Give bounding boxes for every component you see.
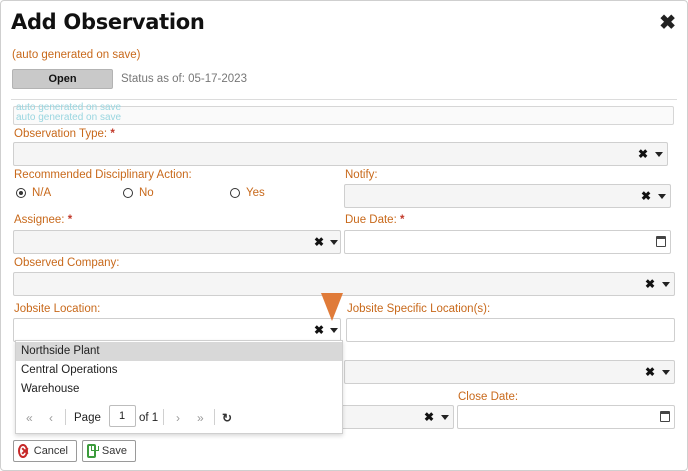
radio-no[interactable]: No [123,187,154,199]
divider [11,99,677,100]
annotation-arrow-icon [321,293,343,321]
save-icon [87,444,99,458]
radio-selected-icon[interactable] [16,188,26,198]
clear-icon[interactable]: ✖ [638,148,648,160]
clear-icon[interactable]: ✖ [641,190,651,202]
last-page-icon[interactable]: » [197,411,204,425]
notify-select[interactable]: ✖ [344,184,671,208]
pager-separator [65,409,66,425]
status-date-text: Status as of: 05-17-2023 [121,73,247,85]
close-date-input[interactable] [457,405,675,429]
dropdown-option-northside-plant[interactable]: Northside Plant [16,342,342,361]
next-page-icon[interactable]: › [176,411,180,425]
radio-na[interactable]: N/A [16,187,51,199]
ghost-line-2: auto generated on save [16,112,122,123]
chevron-down-icon[interactable] [330,240,338,245]
first-page-icon[interactable]: « [26,411,33,425]
clear-icon[interactable]: ✖ [424,411,434,423]
notify-label: Notify: [345,169,378,181]
add-observation-dialog: Add Observation ✖ (auto generated on sav… [0,0,688,471]
jobsite-location-select[interactable]: ✖ [13,318,341,342]
calendar-icon[interactable] [660,411,670,422]
ghost-overlay-text: auto generated on save auto generated on… [16,103,121,123]
observation-type-label: Observation Type: * [14,128,115,140]
status-open-button[interactable]: Open [12,69,113,89]
clear-icon[interactable]: ✖ [645,278,655,290]
observed-company-select[interactable]: ✖ [13,272,675,296]
page-number-input[interactable]: 1 [109,405,136,427]
dialog-title: Add Observation [11,10,205,34]
radio-icon[interactable] [230,188,240,198]
refresh-icon[interactable]: ↻ [222,411,232,425]
jobsite-location-label: Jobsite Location: [14,303,101,315]
assignee-label: Assignee: * [14,214,73,226]
required-mark: * [110,128,115,140]
radio-icon[interactable] [123,188,133,198]
cancel-icon [18,444,28,458]
chevron-down-icon[interactable] [441,415,449,420]
jobsite-specific-location-label: Jobsite Specific Location(s): [347,303,491,315]
radio-yes[interactable]: Yes [230,187,265,199]
required-mark: * [67,214,73,226]
chevron-down-icon[interactable] [655,152,663,157]
observed-company-label: Observed Company: [14,257,120,269]
dropdown-option-warehouse[interactable]: Warehouse [16,380,342,399]
chevron-down-icon[interactable] [662,282,670,287]
save-button[interactable]: Save [82,440,136,462]
page-label: Page [74,412,101,424]
prev-page-icon[interactable]: ‹ [49,411,53,425]
clear-icon[interactable]: ✖ [314,324,324,336]
dropdown-option-central-operations[interactable]: Central Operations [16,361,342,380]
jobsite-specific-location-input[interactable] [346,318,675,342]
page-of-label: of 1 [139,412,159,424]
dropdown-pager: « ‹ Page 1 of 1 › » ↻ [16,401,342,435]
observation-type-select[interactable]: ✖ [13,142,668,166]
calendar-icon[interactable] [656,236,666,247]
due-date-input[interactable] [344,230,671,254]
due-date-label: Due Date: * [345,214,405,226]
close-icon[interactable]: ✖ [659,13,676,33]
chevron-down-icon[interactable] [658,194,666,199]
status-date: 05-17-2023 [188,73,247,85]
recommended-action-label: Recommended Disciplinary Action: [14,169,192,181]
assignee-select[interactable]: ✖ [13,230,341,254]
required-mark: * [399,214,405,226]
clear-icon[interactable]: ✖ [645,366,655,378]
auto-generated-note: (auto generated on save) [12,49,141,61]
chevron-down-icon[interactable] [330,328,338,333]
pager-separator [214,409,215,425]
status-prefix: Status as of: [121,73,185,85]
pager-separator [163,409,164,425]
clear-icon[interactable]: ✖ [314,236,324,248]
cancel-button[interactable]: Cancel [13,440,77,462]
chevron-down-icon[interactable] [662,370,670,375]
jobsite-location-dropdown: Northside Plant Central Operations Wareh… [15,340,343,434]
close-date-label: Close Date: [458,391,519,403]
hidden-select-right[interactable]: ✖ [344,360,675,384]
